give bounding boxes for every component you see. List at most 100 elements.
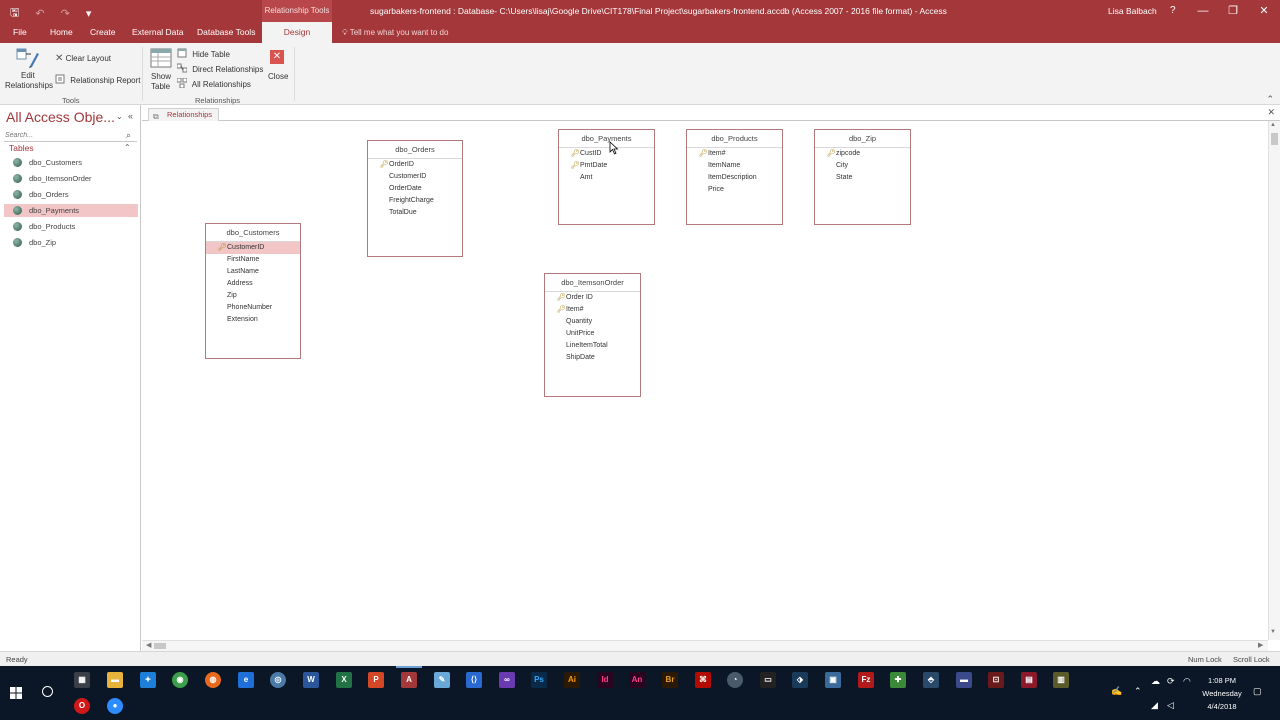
scroll-up-icon[interactable]: ▲: [1270, 122, 1276, 128]
word-icon[interactable]: W: [303, 672, 319, 688]
field-list-dbo-payments[interactable]: dbo_Payments 🔑︎ CustID 🔑︎ PmtDate Amt: [558, 129, 655, 225]
field-list-title[interactable]: dbo_ItemsonOrder: [545, 274, 640, 292]
relationships-canvas[interactable]: dbo_Orders 🔑︎ OrderID CustomerID OrderDat…: [142, 121, 1268, 640]
tab-external-data[interactable]: External Data: [132, 22, 184, 43]
remote-desktop-icon[interactable]: ▬: [956, 672, 972, 688]
onedrive-icon[interactable]: ☁: [1151, 676, 1160, 687]
field-customerid[interactable]: 🔑︎ CustomerID: [206, 242, 300, 254]
field-item-number[interactable]: 🔑︎ Item#: [687, 148, 782, 160]
nav-section-tables[interactable]: Tables: [9, 143, 34, 153]
field-city[interactable]: City: [815, 160, 910, 172]
vertical-scroll-thumb[interactable]: [1271, 133, 1278, 145]
field-custid[interactable]: 🔑︎ CustID: [559, 148, 654, 160]
collapse-ribbon-icon[interactable]: ⌃: [1266, 94, 1274, 105]
scroll-right-icon[interactable]: ▶: [1258, 641, 1263, 649]
help-button[interactable]: ?: [1170, 0, 1176, 22]
search-icon[interactable]: ⌕: [126, 130, 131, 141]
field-orderdate[interactable]: OrderDate: [368, 183, 462, 195]
field-lineitemtotal[interactable]: LineItemTotal: [545, 340, 640, 352]
terminal-icon[interactable]: ▭: [760, 672, 776, 688]
tab-relationships[interactable]: ⧉ Relationships: [148, 108, 220, 121]
field-list-dbo-customers[interactable]: dbo_Customers 🔑︎ CustomerID FirstName Las…: [205, 223, 301, 359]
wifi-icon[interactable]: ◠: [1183, 676, 1191, 687]
nav-item-dbo-payments[interactable]: dbo_Payments: [4, 204, 138, 217]
field-list-title[interactable]: dbo_Products: [687, 130, 782, 148]
minimize-button[interactable]: —: [1188, 0, 1218, 22]
nav-item-dbo-products[interactable]: dbo_Products: [4, 220, 138, 233]
field-orderid[interactable]: 🔑︎ OrderID: [368, 159, 462, 171]
nav-item-dbo-customers[interactable]: dbo_Customers: [4, 156, 138, 169]
field-customerid[interactable]: CustomerID: [368, 171, 462, 183]
field-pmtdate[interactable]: 🔑︎ PmtDate: [559, 160, 654, 172]
launcher-icon[interactable]: ⬘: [923, 672, 939, 688]
tab-file[interactable]: File: [13, 22, 27, 43]
store-icon[interactable]: ✦: [140, 672, 156, 688]
clear-layout-button[interactable]: ✕ Clear Layout: [55, 53, 111, 64]
horizontal-scroll-thumb[interactable]: [154, 643, 166, 649]
indesign-icon[interactable]: Id: [597, 672, 613, 688]
field-list-title[interactable]: dbo_Orders: [368, 141, 462, 159]
search-circle-icon[interactable]: [42, 686, 53, 697]
tab-design[interactable]: Design: [262, 22, 332, 43]
powerpoint-icon[interactable]: P: [368, 672, 384, 688]
action-center-icon[interactable]: ▢: [1253, 686, 1262, 697]
excel-icon[interactable]: X: [336, 672, 352, 688]
field-zipcode[interactable]: 🔑︎ zipcode: [815, 148, 910, 160]
nav-pane-title[interactable]: All Access Obje...: [6, 109, 115, 125]
nav-menu-chevron-icon[interactable]: ⌄: [116, 112, 123, 121]
show-hidden-icons-chevron[interactable]: ⌃: [1134, 686, 1142, 697]
scroll-left-icon[interactable]: ◀: [146, 641, 151, 649]
field-order-id[interactable]: 🔑︎ Order ID: [545, 292, 640, 304]
chrome-icon[interactable]: ◉: [172, 672, 188, 688]
field-item-number[interactable]: 🔑︎ Item#: [545, 304, 640, 316]
field-list-title[interactable]: dbo_Zip: [815, 130, 910, 148]
calculator-icon[interactable]: ▦: [74, 672, 90, 688]
field-itemname[interactable]: ItemName: [687, 160, 782, 172]
nav-shutter-icon[interactable]: «: [128, 111, 133, 121]
close-document-icon[interactable]: ✕: [1267, 107, 1275, 118]
bridge-icon[interactable]: Br: [662, 672, 678, 688]
field-quantity[interactable]: Quantity: [545, 316, 640, 328]
field-amt[interactable]: Amt: [559, 172, 654, 184]
notepad-plus-icon[interactable]: ✚: [890, 672, 906, 688]
volume-icon[interactable]: ◁: [1167, 700, 1174, 711]
globe-icon[interactable]: ◎: [270, 672, 286, 688]
dev-tool-icon[interactable]: ⬗: [792, 672, 808, 688]
zoom-icon[interactable]: ●: [107, 698, 123, 714]
field-firstname[interactable]: FirstName: [206, 254, 300, 266]
horizontal-scrollbar[interactable]: ◀ ▶: [142, 640, 1268, 651]
restore-button[interactable]: ❐: [1218, 0, 1248, 22]
field-list-title[interactable]: dbo_Customers: [206, 224, 300, 242]
monitor-icon[interactable]: ▣: [825, 672, 841, 688]
field-shipdate[interactable]: ShipDate: [545, 352, 640, 364]
tell-me-search[interactable]: 💡︎ Tell me what you want to do: [342, 22, 448, 43]
field-list-dbo-itemsonorder[interactable]: dbo_ItemsonOrder 🔑︎ Order ID 🔑︎ Item# Quan…: [544, 273, 641, 397]
tab-create[interactable]: Create: [90, 22, 116, 43]
network-icon[interactable]: ◢: [1151, 700, 1158, 711]
firefox-icon[interactable]: ◍: [205, 672, 221, 688]
field-freightcharge[interactable]: FreightCharge: [368, 195, 462, 207]
field-list-dbo-products[interactable]: dbo_Products 🔑︎ Item# ItemName ItemDescri…: [686, 129, 783, 225]
animate-icon[interactable]: An: [629, 672, 645, 688]
close-window-button[interactable]: ✕: [1249, 0, 1279, 22]
acrobat-icon[interactable]: ⌘: [695, 672, 711, 688]
field-unitprice[interactable]: UnitPrice: [545, 328, 640, 340]
clock[interactable]: 1:08 PM Wednesday 4/4/2018: [1200, 674, 1244, 713]
illustrator-icon[interactable]: Ai: [564, 672, 580, 688]
file-explorer-icon[interactable]: ▬: [107, 672, 123, 688]
disc-icon[interactable]: ◔: [727, 672, 743, 688]
field-totaldue[interactable]: TotalDue: [368, 207, 462, 219]
field-itemdescription[interactable]: ItemDescription: [687, 172, 782, 184]
field-state[interactable]: State: [815, 172, 910, 184]
capture-icon[interactable]: ⊡: [988, 672, 1004, 688]
field-price[interactable]: Price: [687, 184, 782, 196]
field-extension[interactable]: Extension: [206, 314, 300, 326]
save-icon[interactable]: 🖫: [10, 4, 19, 23]
tab-database-tools[interactable]: Database Tools: [197, 22, 255, 43]
vertical-scrollbar[interactable]: ▲ ▼: [1268, 121, 1280, 640]
scroll-down-icon[interactable]: ▼: [1270, 629, 1276, 635]
field-list-dbo-orders[interactable]: dbo_Orders 🔑︎ OrderID CustomerID OrderDat…: [367, 140, 463, 257]
filezilla-icon[interactable]: Fz: [858, 672, 874, 688]
windows-start-icon[interactable]: [10, 687, 22, 699]
visual-studio-icon[interactable]: ∞: [499, 672, 515, 688]
